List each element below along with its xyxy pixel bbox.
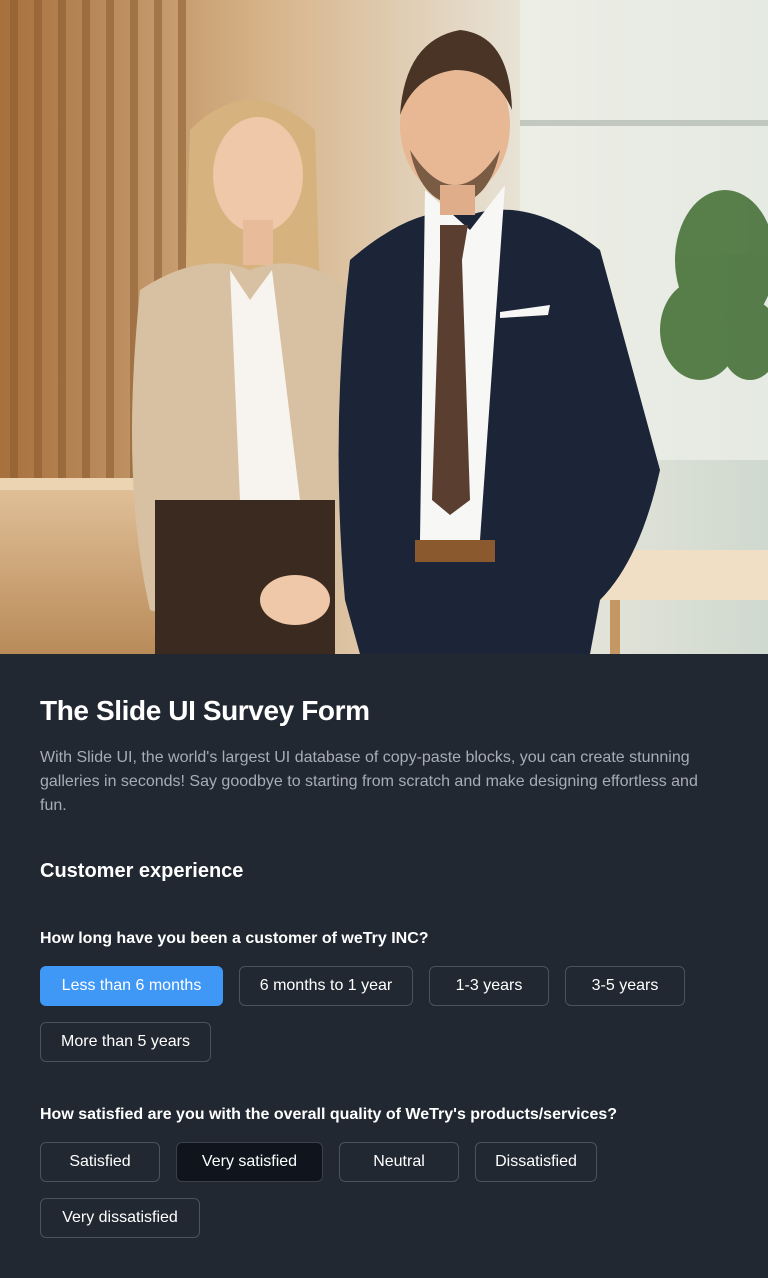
option-very-satisfied[interactable]: Very satisfied [176,1142,323,1182]
section-title: Customer experience [40,860,244,882]
hero-image [0,0,768,654]
option-satisfied[interactable]: Satisfied [40,1142,160,1182]
question-label: How long have you been a customer of weT… [40,930,429,947]
option-3-5-years[interactable]: 3-5 years [565,966,685,1006]
option-neutral[interactable]: Neutral [339,1142,459,1182]
option-1-3-years[interactable]: 1-3 years [429,966,549,1006]
option-dissatisfied[interactable]: Dissatisfied [475,1142,597,1182]
option-very-dissatisfied[interactable]: Very dissatisfied [40,1198,200,1238]
form-title: The Slide UI Survey Form [40,695,370,726]
form-description: With Slide UI, the world's largest UI da… [40,749,698,814]
survey-form: The Slide UI Survey Form With Slide UI, … [0,654,768,1278]
option-more-than-5-years[interactable]: More than 5 years [40,1022,211,1062]
question-label: How satisfied are you with the overall q… [40,1106,618,1123]
business-team-photo [0,0,768,654]
option-less-than-6-months[interactable]: Less than 6 months [40,966,223,1006]
option-6-months-to-1-year[interactable]: 6 months to 1 year [239,966,413,1006]
